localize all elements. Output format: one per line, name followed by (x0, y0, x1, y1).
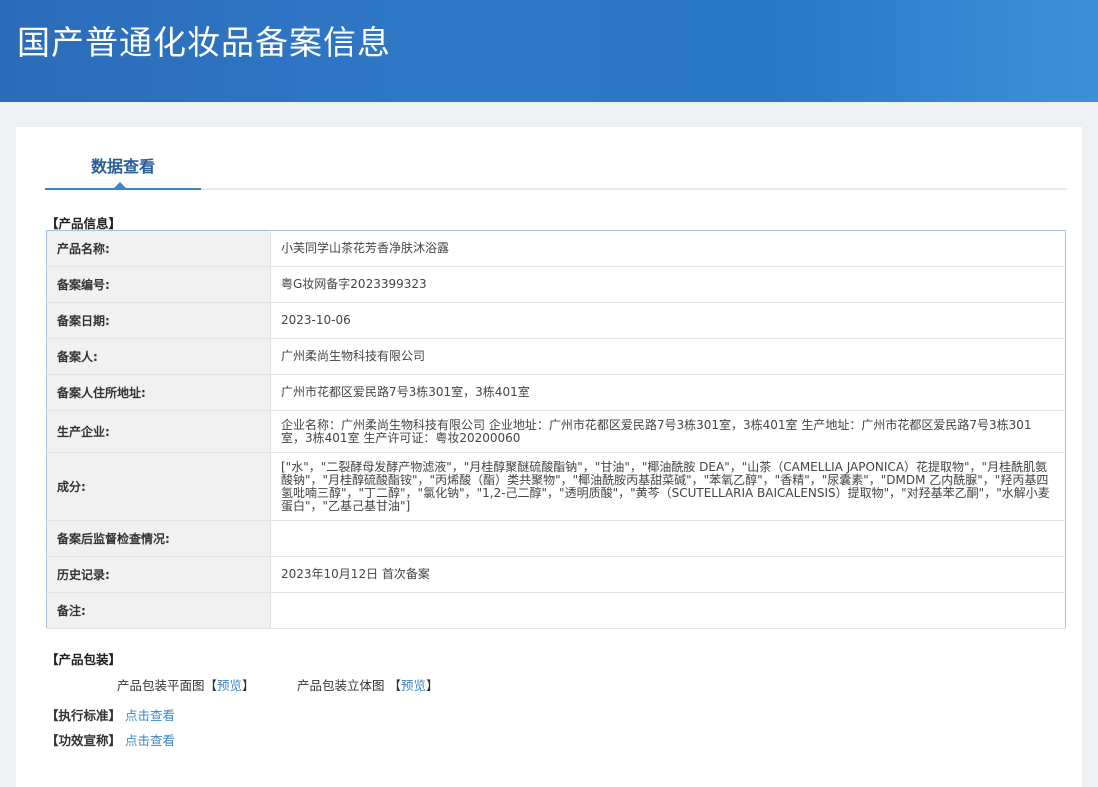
table-row: 备案人: 广州柔尚生物科技有限公司 (46, 338, 1066, 375)
row-value: 2023-10-06 (270, 302, 1066, 339)
row-label: 备案人住所地址: (46, 374, 271, 411)
row-label: 备案日期: (46, 302, 271, 339)
row-label: 产品名称: (46, 230, 271, 267)
packaging-solid-preview-link[interactable]: 预览 (401, 678, 426, 693)
product-info-table: 产品名称: 小芙同学山茶花芳香净肤沐浴露 备案编号: 粤G妆网备字2023399323… (46, 230, 1066, 629)
table-row: 历史记录: 2023年10月12日 首次备案 (46, 556, 1066, 593)
table-row: 产品名称: 小芙同学山茶花芳香净肤沐浴露 (46, 230, 1066, 267)
row-value (270, 592, 1066, 629)
tab-bar: 数据查看 (45, 127, 1067, 190)
table-row: 备注: (46, 592, 1066, 629)
packaging-flat-preview-link[interactable]: 预览 (217, 678, 242, 693)
content-card: 数据查看 【产品信息】 产品名称: 小芙同学山茶花芳香净肤沐浴露 备案编号: 粤G妆网… (16, 127, 1082, 787)
packaging-solid-label: 产品包装立体图 (297, 678, 385, 693)
efficacy-view-link[interactable]: 点击查看 (125, 733, 175, 748)
bracket: 【 (204, 678, 218, 693)
table-row: 备案后监督检查情况: (46, 520, 1066, 557)
row-value: 小芙同学山茶花芳香净肤沐浴露 (270, 230, 1066, 267)
bracket: 【 (388, 678, 402, 693)
row-label: 生产企业: (46, 410, 271, 453)
bracket: 】 (426, 678, 439, 693)
packaging-flat-label: 产品包装平面图 (117, 678, 205, 693)
row-label: 备案编号: (46, 266, 271, 303)
packaging-solid: 产品包装立体图 【预览】 (297, 675, 439, 694)
efficacy-heading: 【功效宣称】 (46, 733, 122, 748)
page-header: 国产普通化妆品备案信息 (0, 0, 1098, 102)
row-value: 广州柔尚生物科技有限公司 (270, 338, 1066, 375)
efficacy-row: 【功效宣称】 点击查看 (46, 730, 175, 749)
row-value (270, 520, 1066, 557)
packaging-heading: 【产品包装】 (46, 652, 122, 667)
row-label: 备注: (46, 592, 271, 629)
table-row: 生产企业: 企业名称：广州柔尚生物科技有限公司 企业地址：广州市花都区爱民路7号3… (46, 410, 1066, 453)
packaging-flat: 产品包装平面图【预览】 (117, 675, 255, 694)
tab-data-view[interactable]: 数据查看 (45, 127, 201, 190)
bracket: 】 (242, 678, 255, 693)
table-row: 成分: ["水"，"二裂酵母发酵产物滤液"，"月桂醇聚醚硫酸酯钠"，"甘油"，"椰… (46, 452, 1066, 521)
standard-row: 【执行标准】 点击查看 (46, 705, 175, 724)
row-value: 企业名称：广州柔尚生物科技有限公司 企业地址：广州市花都区爱民路7号3栋301室… (270, 410, 1066, 453)
row-value: ["水"，"二裂酵母发酵产物滤液"，"月桂醇聚醚硫酸酯钠"，"甘油"，"椰油酰胺… (270, 452, 1066, 521)
standard-heading: 【执行标准】 (46, 708, 122, 723)
row-value: 2023年10月12日 首次备案 (270, 556, 1066, 593)
row-label: 成分: (46, 452, 271, 521)
row-value: 粤G妆网备字2023399323 (270, 266, 1066, 303)
row-label: 历史记录: (46, 556, 271, 593)
page-title: 国产普通化妆品备案信息 (17, 23, 391, 62)
table-row: 备案人住所地址: 广州市花都区爱民路7号3栋301室，3栋401室 (46, 374, 1066, 411)
row-value: 广州市花都区爱民路7号3栋301室，3栋401室 (270, 374, 1066, 411)
table-row: 备案日期: 2023-10-06 (46, 302, 1066, 339)
table-row: 备案编号: 粤G妆网备字2023399323 (46, 266, 1066, 303)
row-label: 备案后监督检查情况: (46, 520, 271, 557)
row-label: 备案人: (46, 338, 271, 375)
standard-view-link[interactable]: 点击查看 (125, 708, 175, 723)
